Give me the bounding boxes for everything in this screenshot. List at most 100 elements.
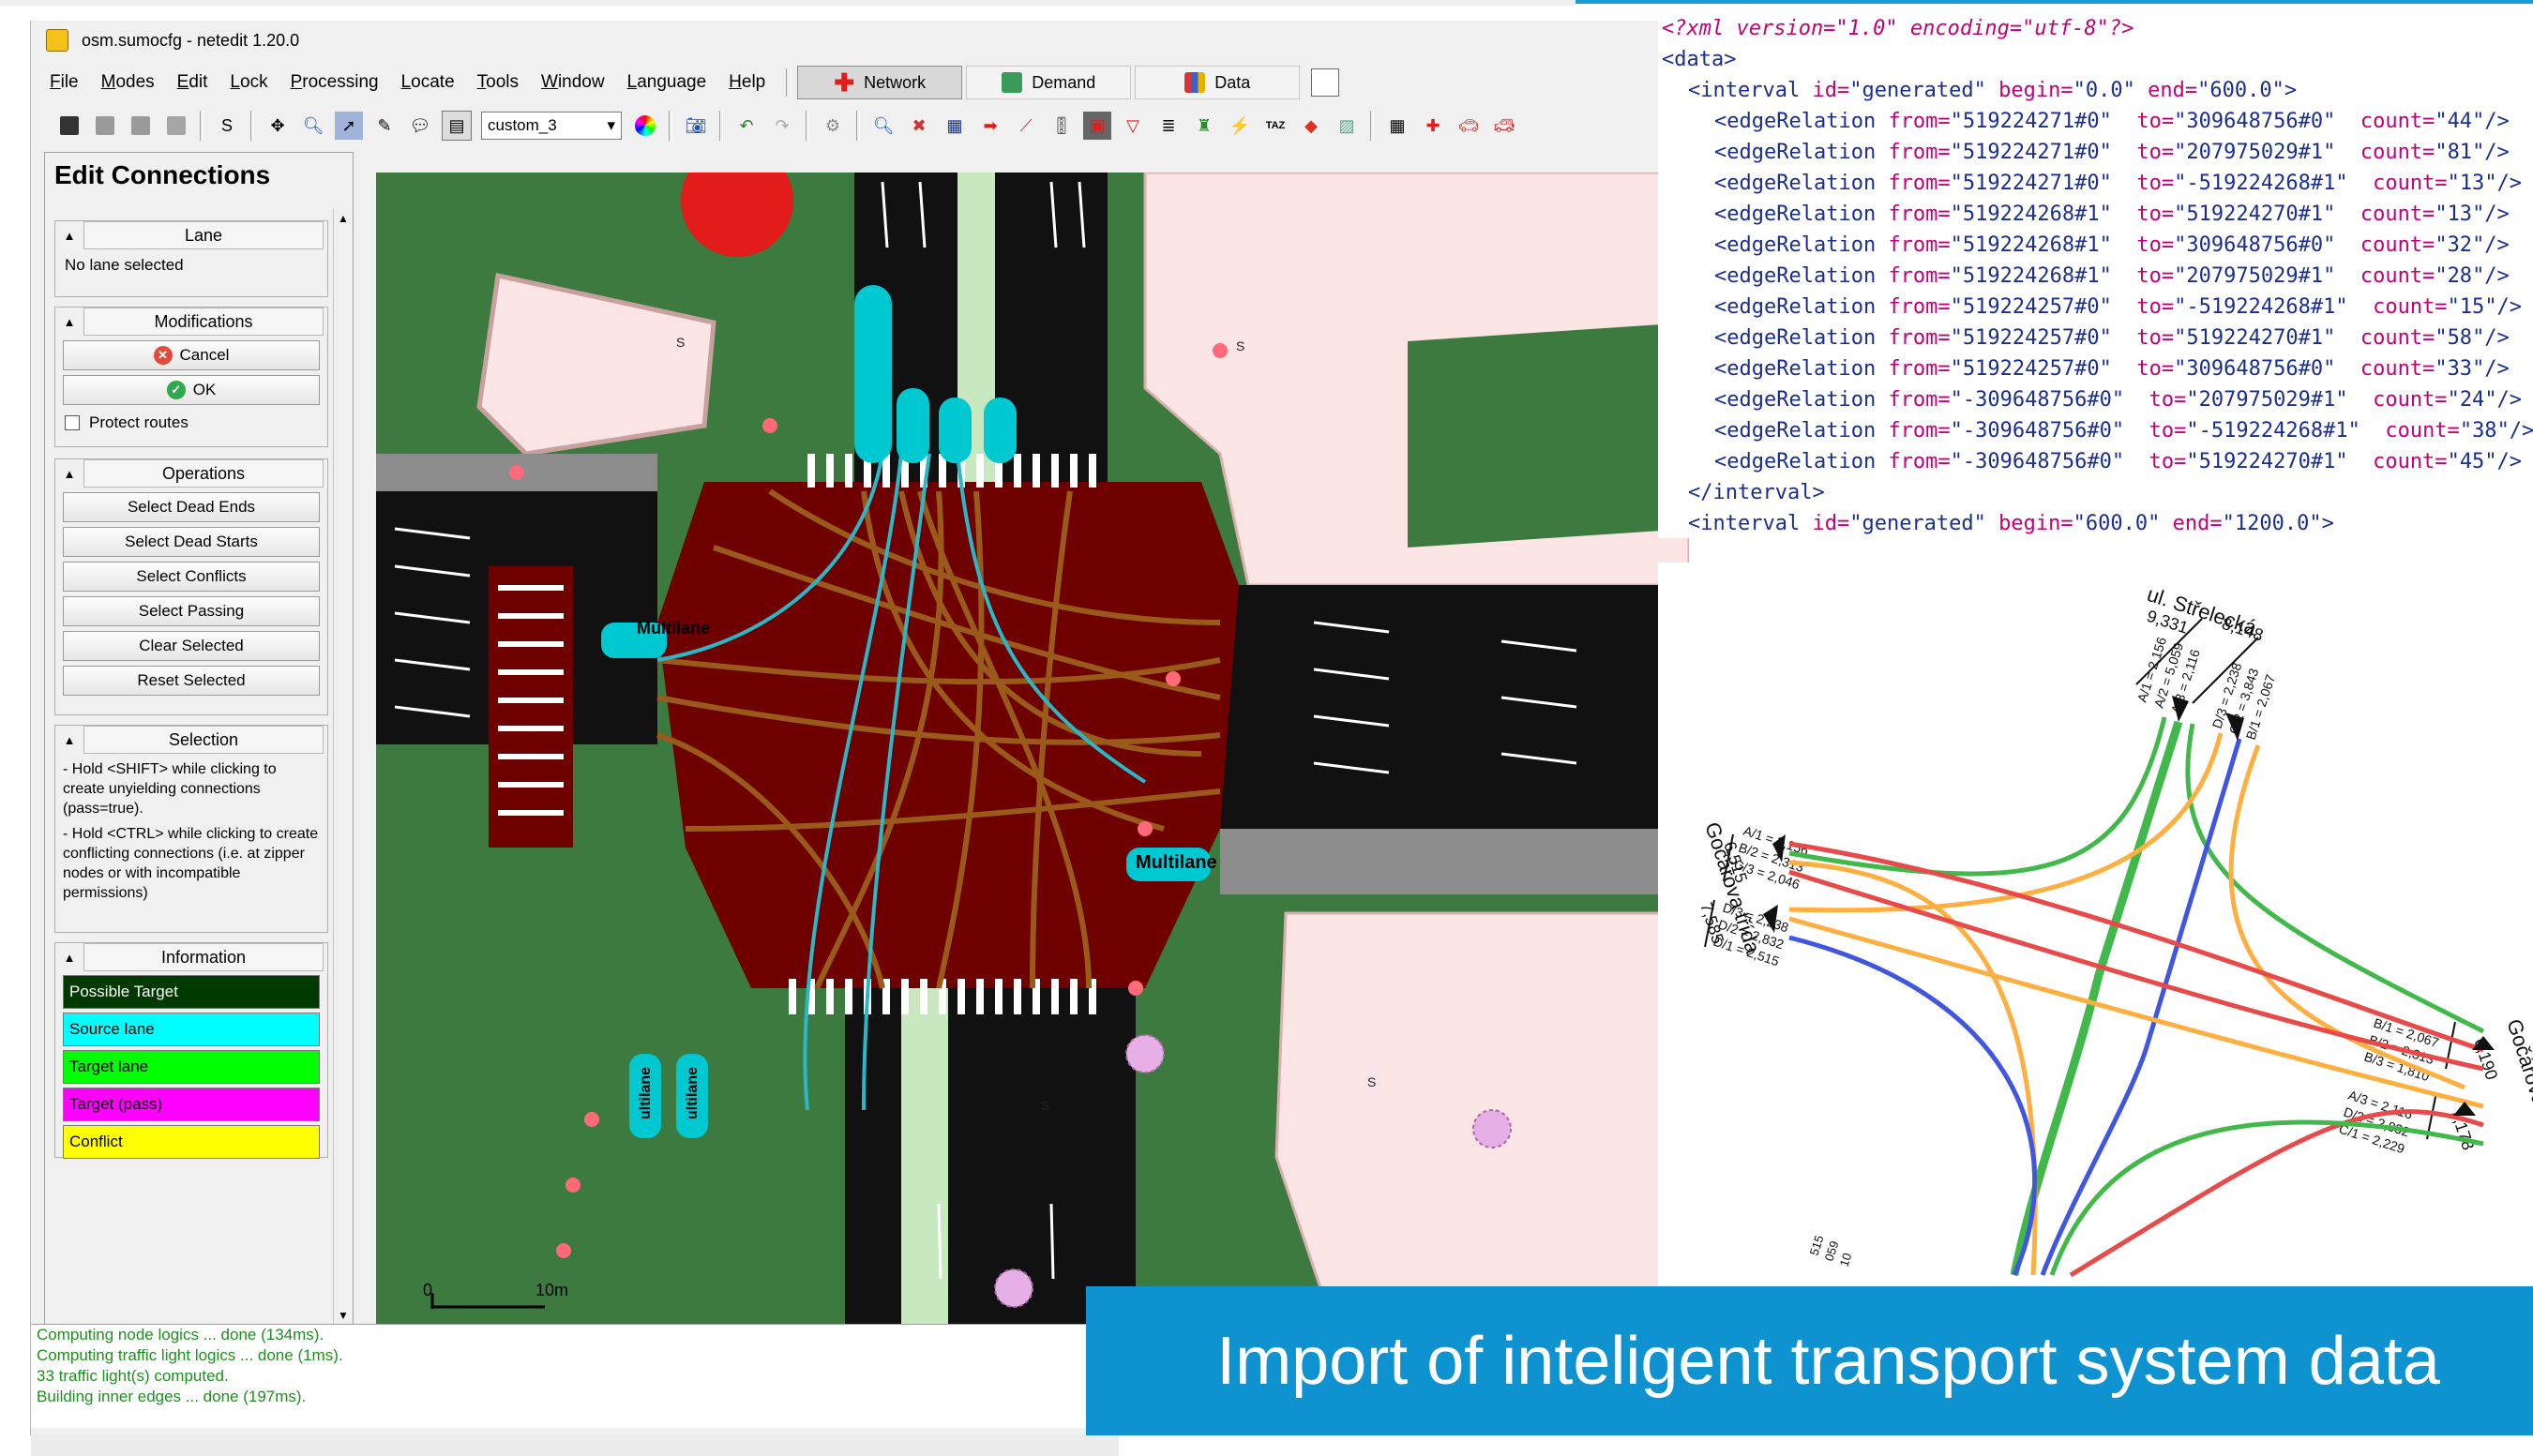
edge-to-value: 519224270#1 [2186, 326, 2324, 350]
protect-routes-checkbox[interactable]: Protect routes [55, 410, 327, 436]
xml-interval-close: </interval> [1688, 481, 1825, 504]
save-all-icon[interactable] [127, 112, 155, 140]
menu-file[interactable]: File [38, 72, 90, 93]
vehicle-icon[interactable]: 🚗︎ [1455, 112, 1483, 140]
ok-button[interactable]: ✓ OK [63, 375, 320, 405]
view-scheme-select[interactable]: custom_3 ▾ [481, 112, 622, 140]
supermode-data-label: Data [1214, 72, 1251, 92]
status-bar [31, 1434, 1119, 1456]
checkbox-box[interactable] [65, 415, 80, 430]
edge-from-value: 519224268#1 [1962, 233, 2100, 257]
save-icon[interactable] [55, 112, 83, 140]
zoom-icon[interactable]: 🔍︎ [299, 112, 327, 140]
grid-icon[interactable]: ▦ [1383, 112, 1411, 140]
menu-modes[interactable]: Modes [90, 72, 166, 93]
lane-group-title: Lane [83, 221, 324, 249]
menu-view-icon[interactable]: ▤ [442, 111, 472, 141]
inspect-mode-icon[interactable]: 🔍︎ [869, 112, 897, 140]
select-dead-ends-button[interactable]: Select Dead Ends [63, 492, 320, 522]
selection-group-title: Selection [83, 726, 324, 754]
tooltip-icon[interactable]: 💬︎ [406, 112, 434, 140]
window-toggle-button[interactable] [1311, 68, 1340, 97]
menu-tools[interactable]: Tools [466, 72, 530, 93]
frame-scrollbar[interactable]: ▲ ▼ [333, 209, 353, 1325]
cancel-button[interactable]: ✕ Cancel [63, 340, 320, 370]
select-passing-button[interactable]: Select Passing [63, 596, 320, 626]
view-scheme-value: custom_3 [488, 116, 557, 134]
screenshot-icon[interactable]: 📷︎ [682, 112, 710, 140]
junction-icon[interactable]: ✚ [1419, 112, 1447, 140]
save-config-icon[interactable] [162, 112, 190, 140]
xml-interval-2: <interval id="generated" begin="600.0" e… [1688, 512, 2334, 535]
edge-relation-line: <edgeRelation from="519224268#1" to="207… [1714, 264, 2510, 288]
inspect-icon[interactable]: ✎ [370, 112, 399, 140]
taz-icon[interactable]: TAZ [1261, 112, 1289, 140]
undo-icon[interactable]: ↶ [732, 112, 761, 140]
menu-locate[interactable]: Locate [390, 72, 466, 93]
edge-from-value: 519224271#0 [1962, 110, 2100, 133]
edge-count-value: 15 [2459, 295, 2485, 319]
menu-lock[interactable]: Lock [219, 72, 279, 93]
network-canvas[interactable]: 0 10m Multilane Multilane ultilane ultil… [376, 173, 1689, 1324]
selection-group: ▲ Selection - Hold <SHIFT> while clickin… [54, 725, 328, 933]
menu-window[interactable]: Window [530, 72, 616, 93]
road-east [1220, 585, 1689, 829]
crossing-icon[interactable]: ≣ [1154, 112, 1183, 140]
reset-selected-button[interactable]: Reset Selected [63, 666, 320, 696]
edge-from-value: 519224268#1 [1962, 203, 2100, 226]
redo-icon[interactable]: ↷ [768, 112, 796, 140]
edge-count-value: 58 [2447, 326, 2473, 350]
additional-icon[interactable]: ♜ [1190, 112, 1218, 140]
title-banner: Import of inteligent transport system da… [1086, 1286, 2533, 1435]
traffic-light-icon[interactable]: 🚦︎ [1048, 112, 1076, 140]
move-mode-icon[interactable]: ✥ [264, 112, 292, 140]
supermode-demand-button[interactable]: Demand [966, 66, 1132, 99]
toolbar-separator [250, 111, 254, 141]
collapse-icon[interactable]: ▲ [55, 944, 83, 970]
save-as-icon[interactable] [91, 112, 119, 140]
network-tool-icon[interactable]: ⚙ [819, 112, 847, 140]
collapse-icon[interactable]: ▲ [55, 308, 83, 335]
scroll-down-icon[interactable]: ▼ [334, 1306, 353, 1325]
menu-help[interactable]: Help [717, 72, 776, 93]
connection-mode-icon[interactable]: ▣ [1083, 112, 1111, 140]
color-wheel-icon[interactable] [631, 112, 659, 140]
supermode-network-button[interactable]: ✚ Network [797, 66, 963, 99]
delete-mode-icon[interactable]: ✖ [905, 112, 933, 140]
scroll-up-icon[interactable]: ▲ [334, 209, 353, 228]
select-conflicts-button[interactable]: Select Conflicts [63, 562, 320, 592]
select-mode-icon[interactable]: ➚ [335, 112, 363, 140]
decal-icon[interactable]: ▨ [1333, 112, 1361, 140]
supermode-data-button[interactable]: Data [1135, 66, 1301, 99]
supermode-network-label: Network [864, 72, 927, 92]
road-south [845, 988, 1136, 1324]
select-dead-starts-button[interactable]: Select Dead Starts [63, 527, 320, 557]
crossing-west-area [489, 566, 573, 848]
toolbar-separator [806, 111, 809, 141]
collapse-icon[interactable]: ▲ [55, 460, 83, 487]
shape-icon[interactable]: ◆ [1297, 112, 1325, 140]
move-edge-icon[interactable]: ⟋ [1012, 112, 1040, 140]
multilane-label-west: Multilane [637, 619, 710, 638]
create-edge-icon[interactable]: ➡ [976, 112, 1004, 140]
wire-icon[interactable]: ⚡ [1226, 112, 1254, 140]
edge-to-value: -519224268#1 [2186, 295, 2336, 319]
prohibition-icon[interactable]: ▽ [1119, 112, 1147, 140]
menu-edit[interactable]: Edit [166, 72, 219, 93]
menu-processing[interactable]: Processing [279, 72, 390, 93]
vehicle-stop-icon[interactable]: 🚙︎ [1490, 112, 1518, 140]
information-group-title: Information [83, 943, 324, 971]
netedit-app-icon [46, 29, 68, 52]
edge-count-value: 13 [2459, 172, 2485, 195]
select-area-icon[interactable]: ▦ [941, 112, 969, 140]
collapse-icon[interactable]: ▲ [55, 727, 83, 753]
edge-relation-line: <edgeRelation from="-309648756#0" to="20… [1714, 388, 2523, 412]
network-view[interactable]: 0 10m Multilane Multilane ultilane ultil… [376, 173, 1689, 1324]
menu-language[interactable]: Language [616, 72, 718, 93]
xml-interval-1: <interval id="generated" begin="0.0" end… [1688, 79, 2298, 102]
message-log[interactable]: Computing node logics ... done (134ms). … [31, 1324, 1119, 1428]
toolbar-s-button[interactable]: S [213, 112, 241, 140]
clear-selected-button[interactable]: Clear Selected [63, 631, 320, 661]
edge-from-value: 519224257#0 [1962, 357, 2100, 381]
collapse-icon[interactable]: ▲ [55, 222, 83, 248]
